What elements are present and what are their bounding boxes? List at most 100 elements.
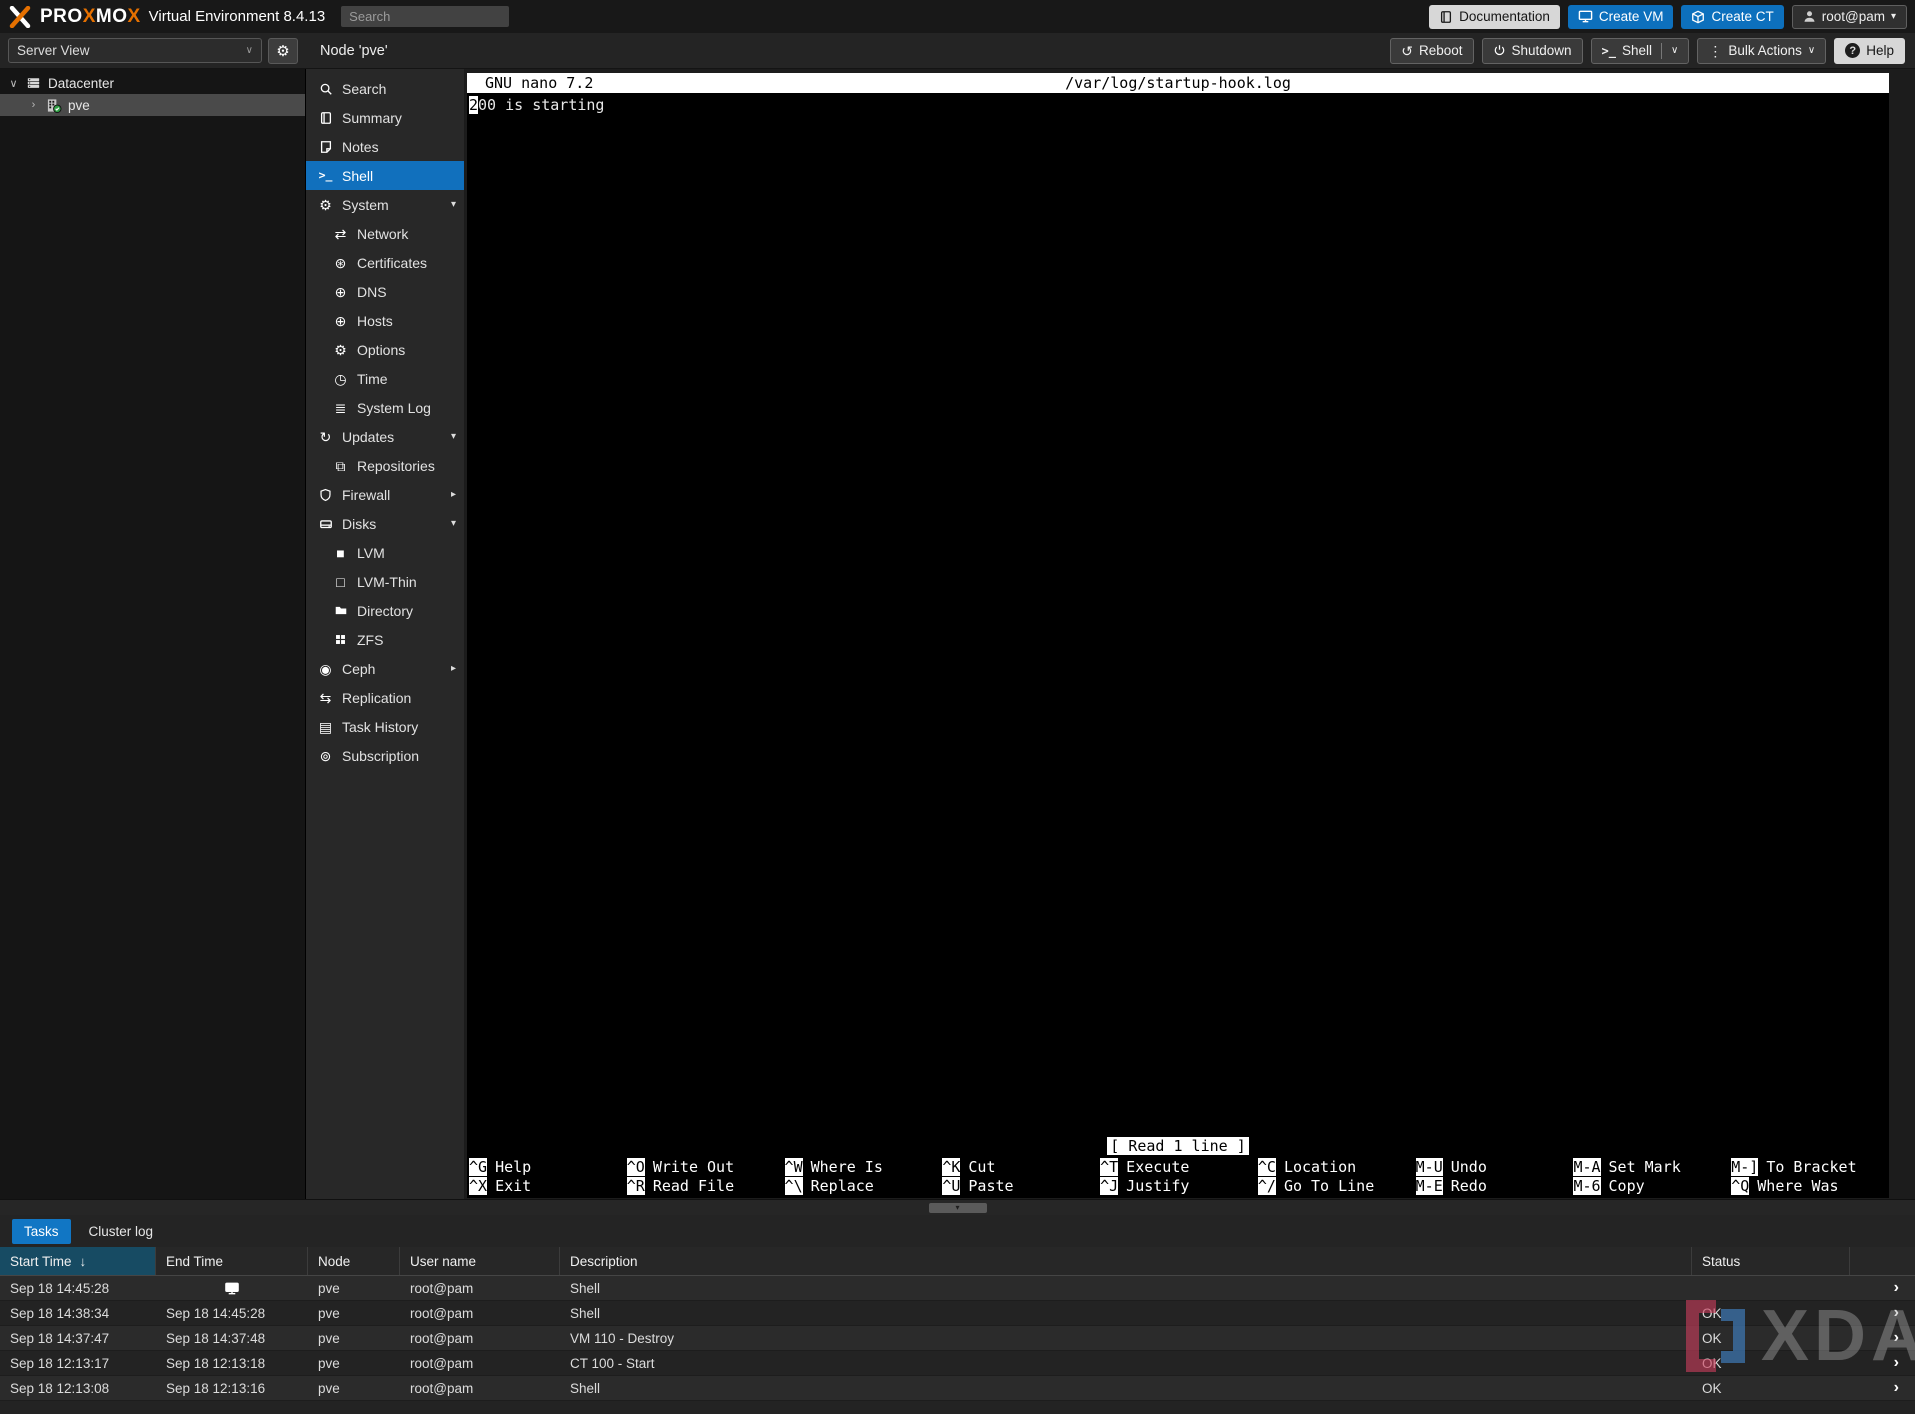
table-row[interactable]: Sep 18 14:45:28 pve root@pam Shell › [0, 1276, 1915, 1301]
tree-settings-button[interactable]: ⚙ [268, 38, 298, 64]
reboot-button[interactable]: ↺ Reboot [1390, 38, 1473, 64]
updates-icon: ↻ [316, 430, 335, 444]
ceph-icon: ◉ [316, 662, 335, 676]
dns-icon: ⊕ [331, 285, 350, 299]
menu-item-summary[interactable]: Summary [306, 103, 464, 132]
nano-filename-label: /var/log/startup-hook.log [467, 74, 1889, 92]
chevron-right-icon[interactable]: ▸ [451, 663, 456, 674]
menu-item-lvm-thin[interactable]: □ LVM-Thin [306, 567, 464, 596]
nano-shortcuts-row2: ^XExit ^RRead File ^\Replace ^UPaste ^JJ… [467, 1176, 1889, 1195]
menu-item-zfs[interactable]: ZFS [306, 625, 464, 654]
column-header-status[interactable]: Status [1692, 1247, 1850, 1275]
chevron-right-icon[interactable]: ▸ [451, 489, 456, 500]
tree-item-datacenter[interactable]: ∨ Datacenter [0, 72, 305, 94]
column-header-node[interactable]: Node [308, 1247, 400, 1275]
splitter-handle[interactable]: ▾ [929, 1203, 987, 1213]
help-button[interactable]: ? Help [1834, 38, 1905, 64]
task-user: root@pam [400, 1281, 560, 1296]
menu-item-system[interactable]: ⚙ System ▾ [306, 190, 464, 219]
task-start-time: Sep 18 12:13:17 [0, 1356, 156, 1371]
tree-collapsed-icon[interactable]: › [28, 99, 39, 111]
chevron-right-icon: › [1860, 1380, 1915, 1396]
toolbar-actions: ↺ Reboot Shutdown >_ Shell ∨ ⋮ Bulk Acti… [1390, 38, 1915, 64]
menu-item-task-history[interactable]: ▤ Task History [306, 712, 464, 741]
terminal-body[interactable]: 200 is starting [467, 93, 1889, 1137]
table-row[interactable]: Sep 18 12:13:17 Sep 18 12:13:18 pve root… [0, 1351, 1915, 1376]
menu-item-label: Search [342, 81, 386, 97]
page-title: Node 'pve' [320, 43, 388, 59]
nano-shortcut: ^QWhere Was [1731, 1176, 1889, 1195]
task-row-expand[interactable]: › [1850, 1380, 1915, 1396]
chevron-down-icon: ▾ [1891, 11, 1896, 22]
task-row-expand[interactable]: › [1850, 1305, 1915, 1321]
menu-item-certificates[interactable]: ⊛ Certificates [306, 248, 464, 277]
menu-item-shell[interactable]: >_ Shell [306, 161, 464, 190]
tree-expand-icon[interactable]: ∨ [8, 77, 19, 90]
menu-item-time[interactable]: ◷ Time [306, 364, 464, 393]
search-icon [316, 82, 335, 96]
task-row-expand[interactable]: › [1850, 1355, 1915, 1371]
menu-item-replication[interactable]: ⇆ Replication [306, 683, 464, 712]
menu-item-hosts[interactable]: ⊕ Hosts [306, 306, 464, 335]
search-input[interactable] [341, 6, 509, 27]
menu-item-repositories[interactable]: ⧉ Repositories [306, 451, 464, 480]
task-end-time: Sep 18 12:13:16 [156, 1381, 308, 1396]
table-row[interactable]: Sep 18 14:38:34 Sep 18 14:45:28 pve root… [0, 1301, 1915, 1326]
column-header-description[interactable]: Description [560, 1247, 1692, 1275]
nano-shortcut: ^GHelp [469, 1157, 627, 1176]
chevron-down-icon[interactable]: ▾ [451, 518, 456, 529]
shutdown-button[interactable]: Shutdown [1482, 38, 1583, 64]
nano-shortcut: M-6Copy [1573, 1176, 1731, 1195]
table-row[interactable]: Sep 18 14:37:47 Sep 18 14:37:48 pve root… [0, 1326, 1915, 1351]
column-header-start-time[interactable]: Start Time↓ [0, 1247, 156, 1275]
tree-item-pve[interactable]: › pve [0, 94, 305, 116]
column-header-user-name[interactable]: User name [400, 1247, 560, 1275]
menu-item-label: System Log [357, 400, 431, 416]
menu-item-directory[interactable]: Directory [306, 596, 464, 625]
documentation-label: Documentation [1459, 9, 1550, 24]
bulk-actions-button[interactable]: ⋮ Bulk Actions ∨ [1697, 38, 1826, 64]
reboot-icon: ↺ [1401, 44, 1413, 58]
create-ct-button[interactable]: Create CT [1681, 5, 1783, 29]
sort-desc-icon: ↓ [80, 1254, 87, 1269]
view-selector-combo[interactable]: Server View ∨ [8, 38, 262, 63]
menu-item-options[interactable]: ⚙ Options [306, 335, 464, 364]
column-header-end-time[interactable]: End Time [156, 1247, 308, 1275]
reboot-label: Reboot [1419, 43, 1463, 58]
menu-item-ceph[interactable]: ◉ Ceph ▸ [306, 654, 464, 683]
console-monitor-icon [224, 1281, 240, 1296]
create-vm-button[interactable]: Create VM [1568, 5, 1674, 29]
subscription-icon: ⊚ [316, 749, 335, 763]
menu-item-notes[interactable]: Notes [306, 132, 464, 161]
menu-item-subscription[interactable]: ⊚ Subscription [306, 741, 464, 770]
shell-terminal[interactable]: GNU nano 7.2 /var/log/startup-hook.log 2… [467, 73, 1889, 1198]
nano-status-message: [ Read 1 line ] [467, 1137, 1889, 1157]
menu-item-firewall[interactable]: Firewall ▸ [306, 480, 464, 509]
menu-item-label: Certificates [357, 255, 427, 271]
user-menu-button[interactable]: root@pam ▾ [1792, 5, 1907, 29]
chevron-down-icon[interactable]: ▾ [451, 199, 456, 210]
tab-tasks[interactable]: Tasks [12, 1219, 71, 1244]
view-selector-label: Server View [17, 43, 90, 58]
menu-item-updates[interactable]: ↻ Updates ▾ [306, 422, 464, 451]
menu-item-lvm[interactable]: ■ LVM [306, 538, 464, 567]
menu-item-search[interactable]: Search [306, 74, 464, 103]
table-row[interactable]: Sep 18 12:13:08 Sep 18 12:13:16 pve root… [0, 1376, 1915, 1401]
task-row-expand[interactable]: › [1850, 1330, 1915, 1346]
task-row-expand[interactable]: › [1850, 1280, 1915, 1296]
shell-button[interactable]: >_ Shell ∨ [1591, 38, 1690, 64]
brand-subtitle: Virtual Environment 8.4.13 [149, 8, 326, 25]
nano-shortcut: ^UPaste [942, 1176, 1100, 1195]
proxmox-logo-icon [8, 6, 32, 28]
tab-cluster-log[interactable]: Cluster log [77, 1219, 166, 1244]
menu-item-dns[interactable]: ⊕ DNS [306, 277, 464, 306]
documentation-button[interactable]: Documentation [1429, 5, 1560, 29]
chevron-down-icon[interactable]: ▾ [451, 431, 456, 442]
task-end-time: Sep 18 14:37:48 [156, 1331, 308, 1346]
task-node: pve [308, 1306, 400, 1321]
nano-shortcut: M-]To Bracket [1731, 1157, 1889, 1176]
menu-item-network[interactable]: ⇄ Network [306, 219, 464, 248]
nano-footer: [ Read 1 line ] ^GHelp ^OWrite Out ^WWhe… [467, 1137, 1889, 1198]
menu-item-system-log[interactable]: ≣ System Log [306, 393, 464, 422]
menu-item-disks[interactable]: Disks ▾ [306, 509, 464, 538]
